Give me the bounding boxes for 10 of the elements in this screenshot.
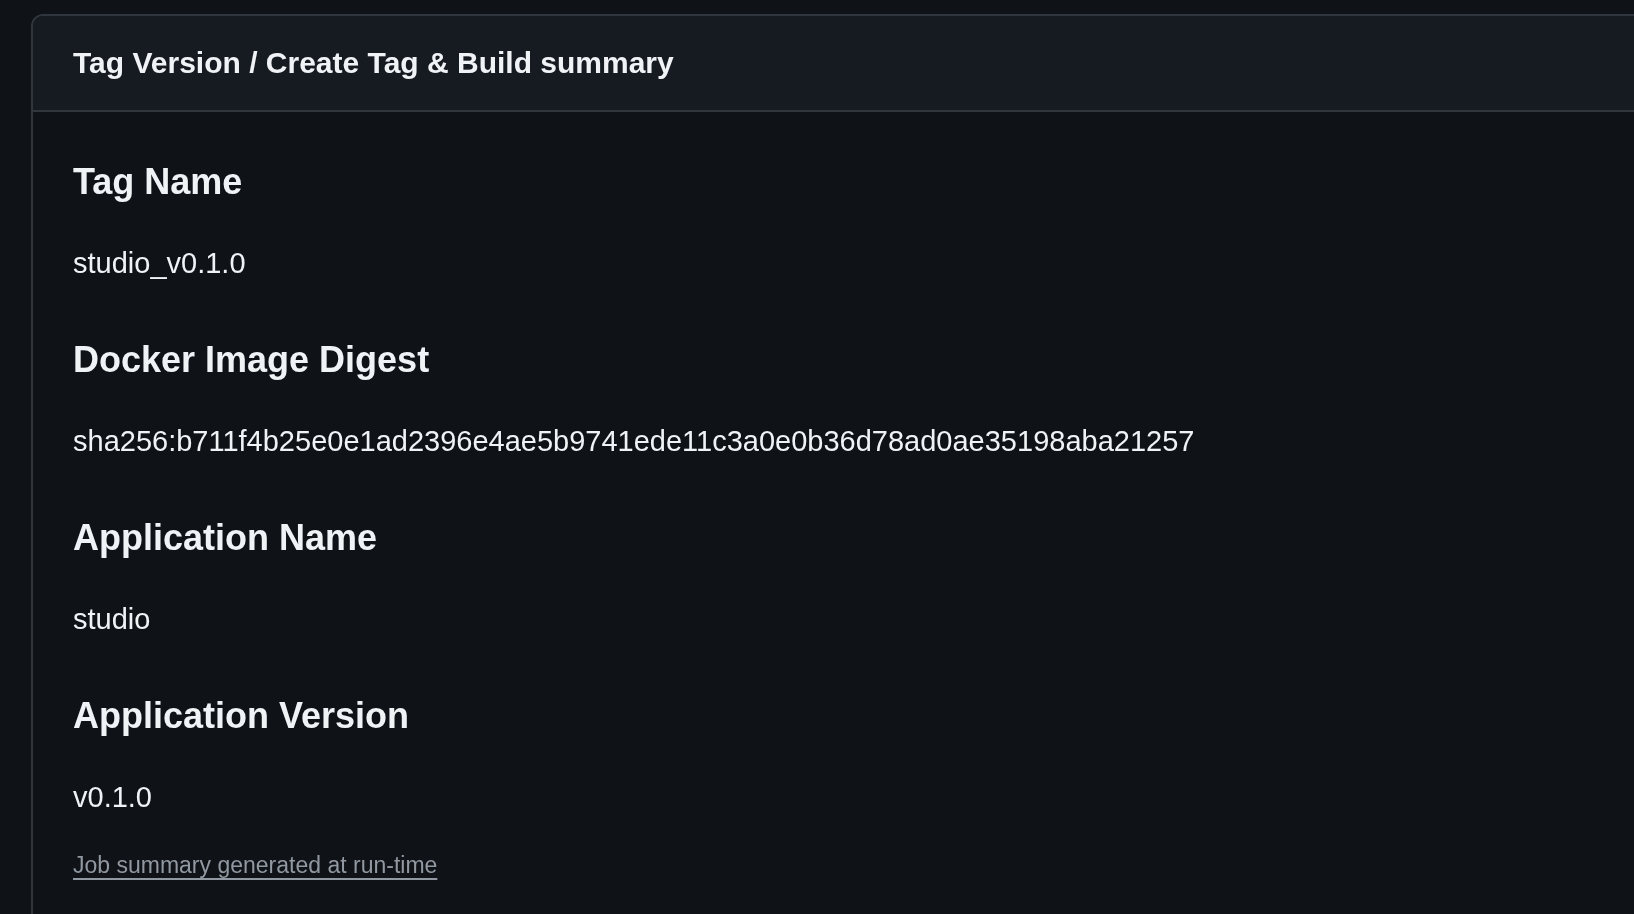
section-heading: Application Version: [73, 694, 411, 738]
section-value: sha256:b711f4b25e0e1ad2396e4ae5b9741ede11c3a0e0b36d78ad0ae35198aba21257: [73, 424, 1196, 459]
section-heading: Tag Name: [73, 160, 244, 204]
section-value: studio_v0.1.0: [73, 246, 247, 281]
summary-title: Tag Version / Create Tag & Build summary: [73, 46, 674, 80]
footer-link[interactable]: Job summary generated at run-time: [73, 852, 438, 878]
section-value: studio: [73, 602, 152, 637]
section-heading: Docker Image Digest: [73, 338, 431, 382]
section-value: v0.1.0: [73, 780, 153, 815]
section-heading: Application Name: [73, 516, 379, 560]
